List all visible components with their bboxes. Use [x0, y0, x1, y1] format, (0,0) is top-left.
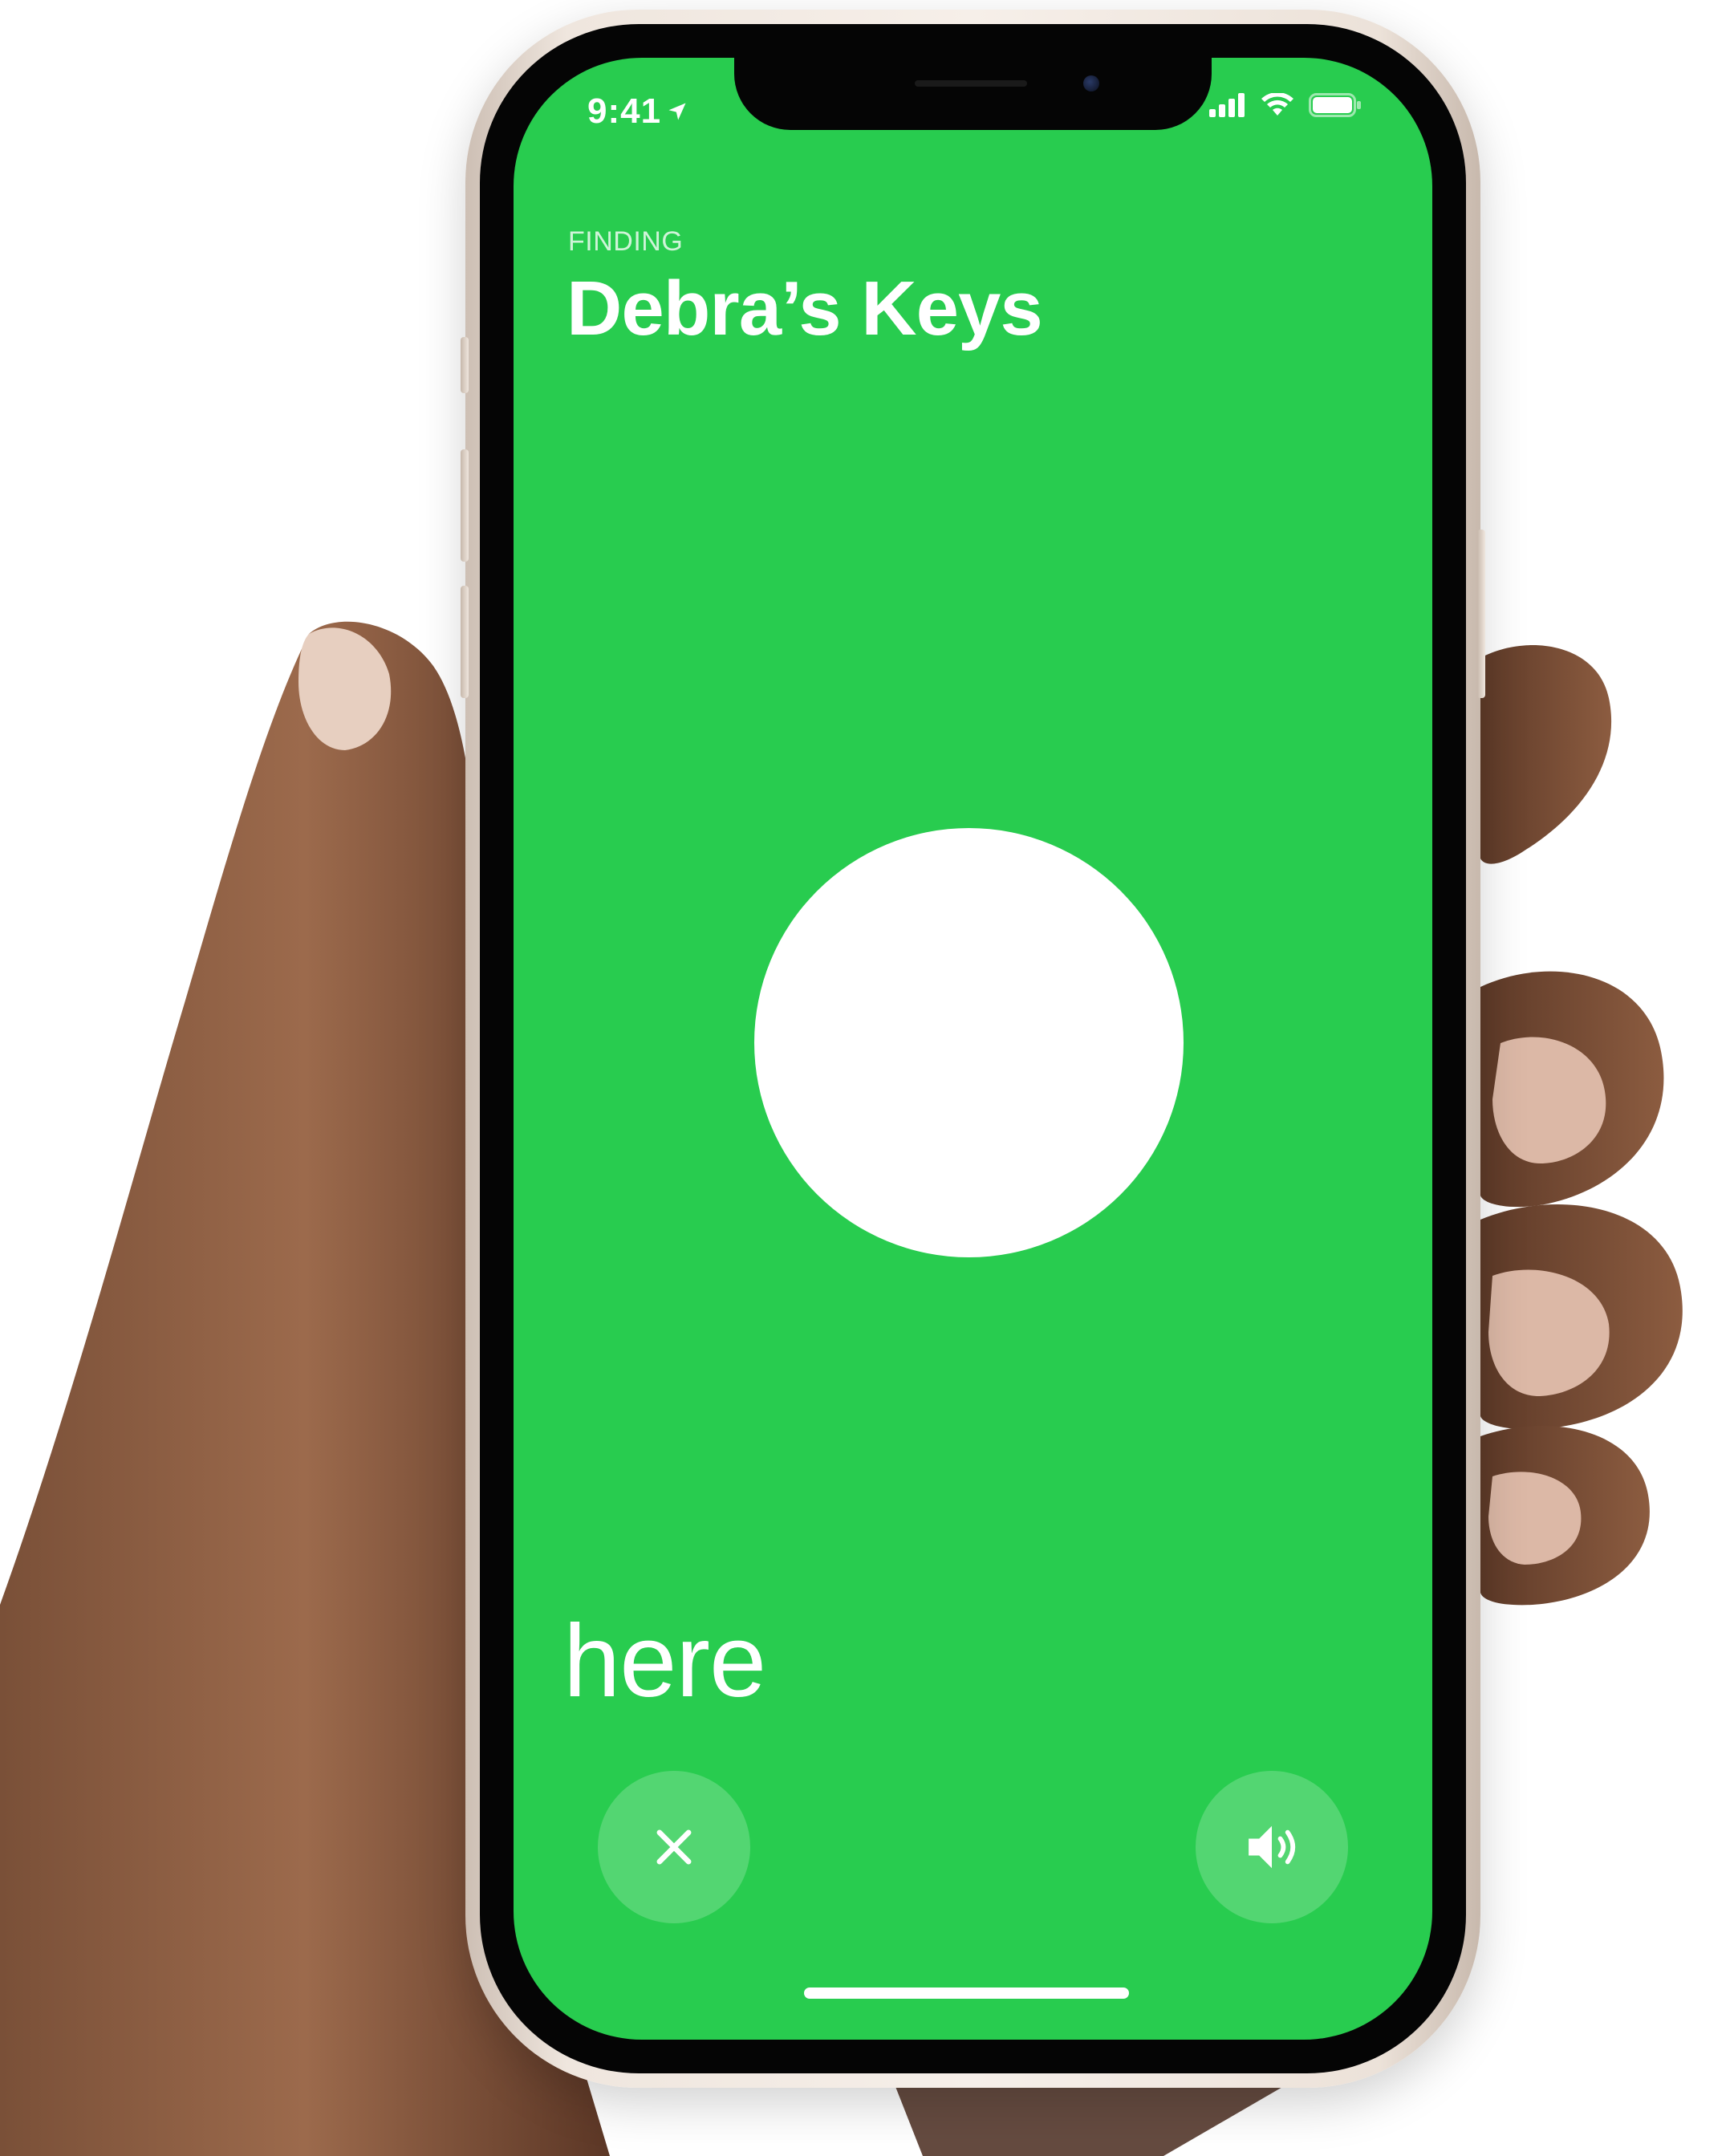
wifi-icon [1261, 93, 1293, 116]
close-icon [656, 1829, 692, 1865]
volume-down-button [461, 586, 469, 698]
status-time: 9:41 [587, 91, 688, 132]
proximity-label: here [563, 1604, 766, 1719]
action-button [461, 337, 469, 393]
finding-label: FINDING [568, 226, 684, 257]
signal-icon [1209, 93, 1245, 117]
find-my-screen: 9:41 FINDING Debra’s Keys here [514, 58, 1432, 2040]
status-icons [1209, 93, 1362, 117]
volume-up-button [461, 449, 469, 562]
play-sound-button[interactable] [1196, 1771, 1348, 1923]
battery-icon [1309, 93, 1361, 117]
status-time-label: 9:41 [587, 91, 662, 131]
notch [734, 58, 1212, 130]
target-dot [754, 828, 1184, 1257]
power-button [1477, 530, 1485, 698]
close-button[interactable] [598, 1771, 750, 1923]
home-indicator[interactable] [804, 1987, 1129, 1999]
location-arrow-icon [668, 103, 686, 120]
item-title: Debra’s Keys [566, 266, 1043, 351]
front-camera [1083, 75, 1099, 91]
speaker-icon [1249, 1825, 1296, 1869]
earpiece-speaker [915, 80, 1027, 87]
